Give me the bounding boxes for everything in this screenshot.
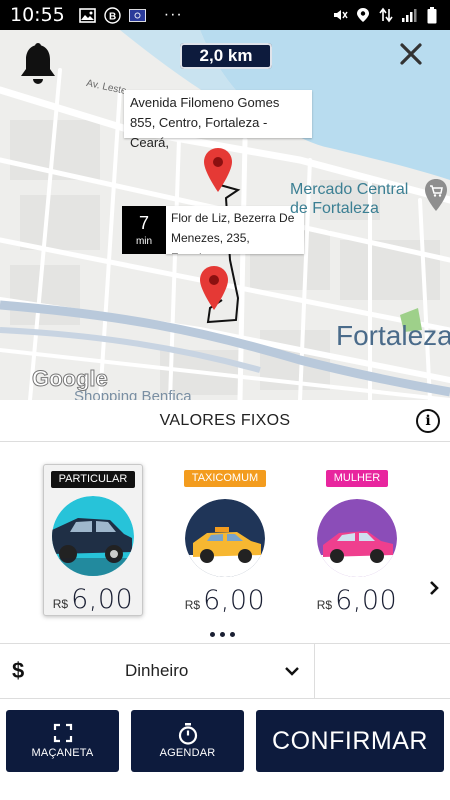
price-value: 6,00 [335,585,398,616]
vehicle-card-particular[interactable]: PARTICULAR R$ 6,00 [43,464,143,616]
eta-value: 7 [138,212,149,233]
signal-icon [400,7,417,24]
gallery-icon [78,7,96,24]
distance-badge: 2,0 km [180,43,272,69]
payment-extra-field[interactable] [315,644,450,698]
data-arrows-icon [377,7,394,24]
eta-badge: 7 min [122,206,166,254]
app-screen: 10:55 B ··· Av. Leste 2,0 km Avenida Fil… [0,0,450,800]
timer-icon [178,723,198,745]
poi-market-label: Mercado Central de Fortaleza [290,181,409,217]
status-bar: 10:55 B ··· [0,0,450,30]
origin-pin-icon [202,146,234,194]
battery-icon [423,6,440,24]
panel-header: VALORES FIXOS i [0,400,450,442]
chevron-down-icon [284,664,300,676]
vehicle-card-taxicomum[interactable]: TAXICOMUM R$ 6,00 [175,464,275,616]
confirm-button[interactable]: CONFIRMAR [256,710,444,772]
carousel-pager [210,632,235,637]
payment-method-label: Dinheiro [125,661,189,680]
price-display: R$ 6,00 [185,585,265,616]
origin-address-label[interactable]: Avenida Filomeno Gomes 855, Centro, Fort… [124,90,312,150]
destination-pin-icon [198,264,230,312]
shopping-cart-pin-icon [424,178,448,212]
chevron-right-icon[interactable] [426,580,442,596]
category-badge: TAXICOMUM [183,470,267,487]
status-notification-icons: B ··· [78,6,183,24]
more-notifications-icon: ··· [163,6,183,23]
pager-dot [230,632,235,637]
google-logo: Google [32,366,109,392]
fare-panel: VALORES FIXOS i PARTICULAR R$ 6,00 TAXIC… [0,400,450,800]
category-badge: MULHER [325,470,389,487]
b-badge-icon: B [104,6,121,24]
expand-frame-icon [53,723,73,743]
status-time: 10:55 [10,4,65,26]
price-currency: R$ [184,598,201,612]
price-display: R$ 6,00 [53,584,133,615]
payment-method-select[interactable]: $ Dinheiro [0,644,315,698]
dollar-icon: $ [12,658,25,683]
confirm-button-label: CONFIRMAR [272,726,428,755]
pager-dot [220,632,225,637]
handle-button[interactable]: MAÇANETA [6,710,119,772]
flag-icon [128,7,146,24]
handle-button-label: MAÇANETA [31,747,94,759]
mute-icon [331,7,348,24]
eta-unit: min [135,235,153,247]
info-icon[interactable]: i [416,409,440,433]
price-value: 6,00 [71,584,134,615]
pink-car-icon [317,498,397,577]
close-icon[interactable] [395,38,427,70]
vehicle-category-carousel[interactable]: PARTICULAR R$ 6,00 TAXICOMUM R$ 6,00 MUL… [0,442,450,642]
notification-bell-icon[interactable] [18,42,58,88]
taxi-car-icon [185,498,265,577]
price-currency: R$ [52,597,69,611]
schedule-button-label: AGENDAR [159,747,216,759]
status-system-icons [331,6,440,24]
schedule-button[interactable]: AGENDAR [131,710,244,772]
svg-text:B: B [109,11,116,22]
panel-title: VALORES FIXOS [159,411,291,429]
city-label: Fortaleza [336,320,450,351]
price-value: 6,00 [203,585,266,616]
action-buttons: MAÇANETA AGENDAR CONFIRMAR [0,710,450,772]
price-currency: R$ [316,598,333,612]
destination-address-label[interactable]: Flor de Liz, Bezerra De Menezes, 235, Fo… [166,206,304,254]
pager-dot [210,632,215,637]
location-icon [354,7,371,24]
car-sedan-icon [52,495,134,576]
payment-row: $ Dinheiro [0,643,450,699]
category-badge: PARTICULAR [50,471,136,488]
route-map[interactable]: Av. Leste 2,0 km Avenida Filomeno Gomes … [0,30,450,400]
vehicle-card-mulher[interactable]: MULHER R$ 6,00 [307,464,407,616]
price-display: R$ 6,00 [317,585,397,616]
